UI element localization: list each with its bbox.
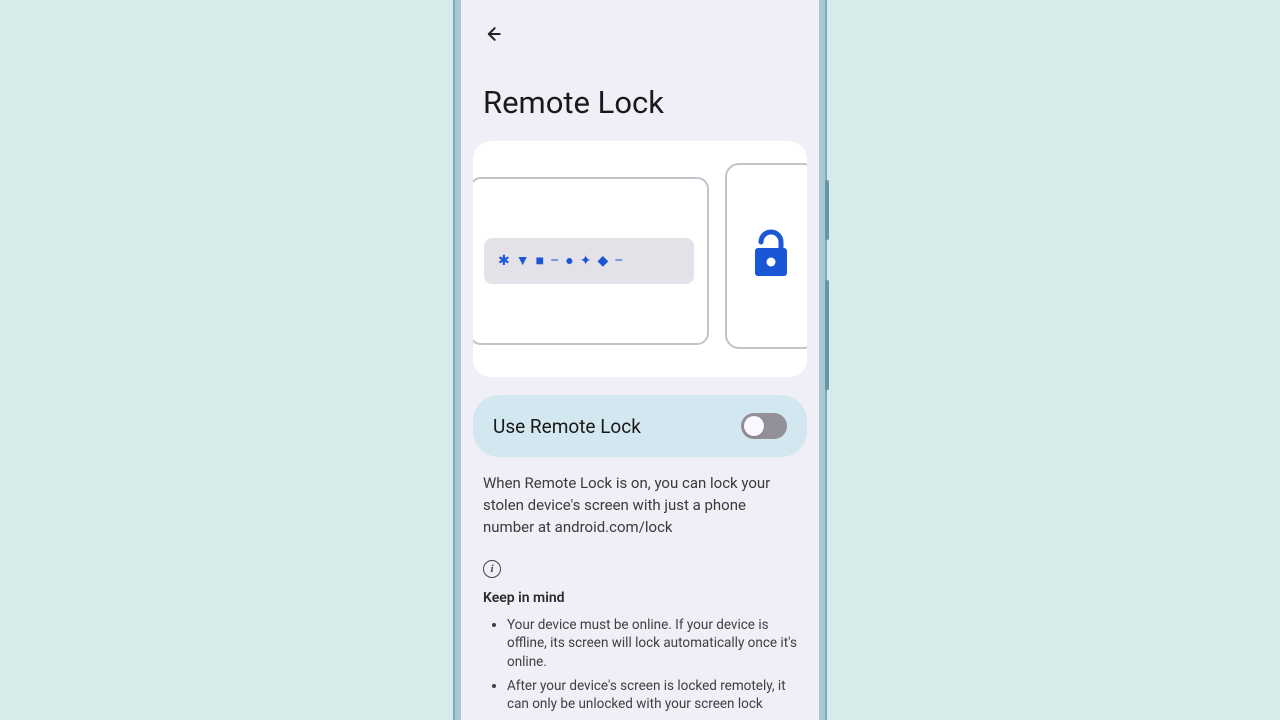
topbar	[461, 0, 819, 52]
hero-illustration: ✱ ▼ ■ – ● ✦ ◆ –	[473, 141, 807, 377]
keep-in-mind-section: i Keep in mind Your device must be onlin…	[461, 560, 819, 713]
screen: Remote Lock ✱ ▼ ■ – ● ✦ ◆ –	[461, 0, 819, 720]
page-title: Remote Lock	[461, 52, 819, 141]
pwd-glyph: ✦	[580, 254, 592, 268]
toggle-label: Use Remote Lock	[493, 415, 641, 438]
phone-frame: Remote Lock ✱ ▼ ■ – ● ✦ ◆ –	[455, 0, 825, 720]
toggle-knob	[744, 416, 764, 436]
description-text: When Remote Lock is on, you can lock you…	[461, 457, 819, 560]
info-icon: i	[483, 560, 501, 578]
password-field-illustration: ✱ ▼ ■ – ● ✦ ◆ –	[484, 238, 694, 284]
unlock-icon	[749, 228, 793, 284]
pwd-glyph: –	[550, 254, 559, 268]
keep-item: After your device's screen is locked rem…	[507, 677, 797, 713]
hero-input-card: ✱ ▼ ■ – ● ✦ ◆ –	[473, 177, 709, 345]
pwd-glyph: ✱	[498, 254, 510, 268]
keep-item: Your device must be online. If your devi…	[507, 616, 797, 671]
back-button[interactable]	[475, 16, 511, 52]
back-arrow-icon	[483, 24, 503, 44]
pwd-glyph: ■	[536, 254, 544, 268]
pwd-glyph: ◆	[597, 254, 608, 268]
keep-heading: Keep in mind	[483, 590, 797, 606]
pwd-glyph: ●	[565, 254, 573, 268]
use-remote-lock-row[interactable]: Use Remote Lock	[473, 395, 807, 457]
remote-lock-toggle[interactable]	[741, 413, 787, 439]
pwd-glyph: ▼	[516, 254, 530, 268]
keep-list: Your device must be online. If your devi…	[483, 616, 797, 713]
hero-lock-card	[725, 163, 807, 349]
pwd-glyph: –	[614, 254, 623, 268]
